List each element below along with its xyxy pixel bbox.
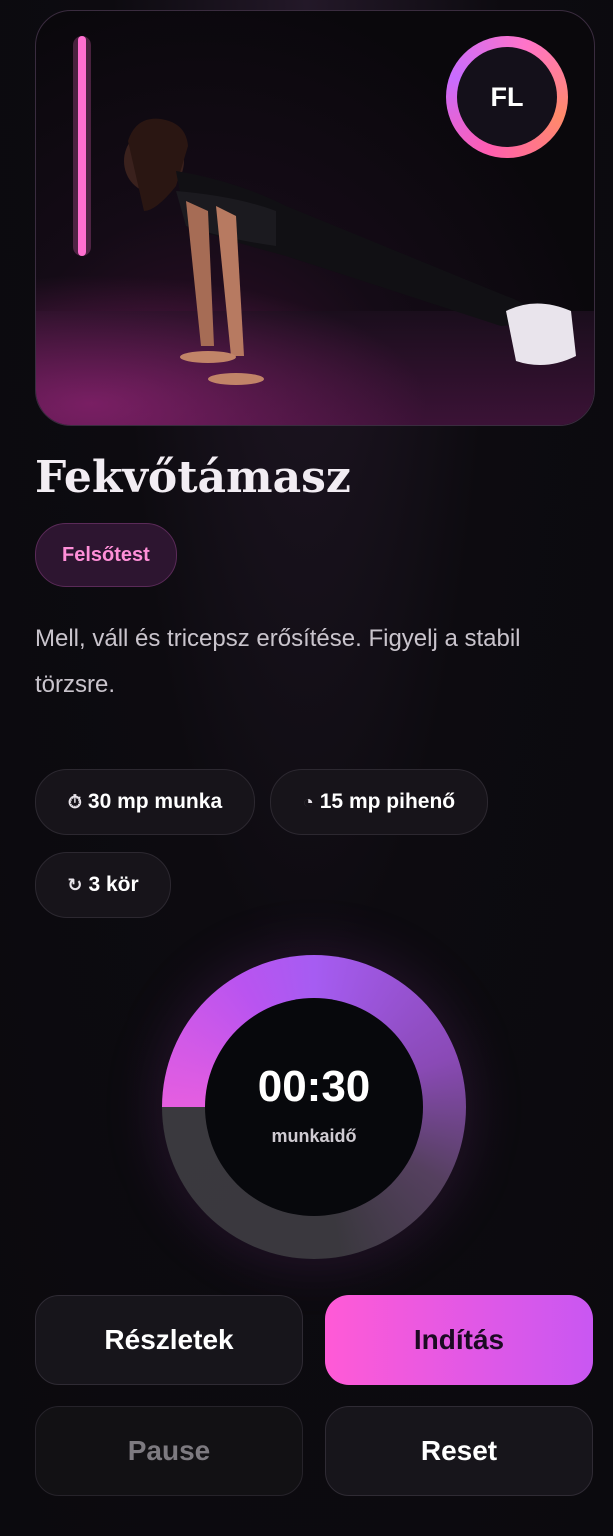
timer-label: munkaidő <box>271 1126 357 1146</box>
exercise-title: Fekvőtámasz <box>35 452 351 503</box>
clock-icon: ◔ <box>302 791 314 812</box>
timer-center: 00:30 munkaidő <box>205 998 423 1216</box>
repeat-icon: ↻ <box>67 874 83 895</box>
exercise-description: Mell, váll és tricepsz erősítése. Figyel… <box>35 625 521 698</box>
profile-avatar[interactable]: FL <box>446 36 568 158</box>
rest-duration-label: 15 mp pihenő <box>319 790 456 813</box>
work-duration-chip: ⏱ 30 mp munka <box>35 769 255 835</box>
timer-time: 00:30 <box>257 1062 371 1111</box>
start-button[interactable]: Indítás <box>325 1295 593 1385</box>
work-duration-label: 30 mp munka <box>87 790 223 813</box>
reset-button[interactable]: Reset <box>325 1406 593 1496</box>
rest-duration-chip: ◔ 15 mp pihenő <box>270 769 488 835</box>
rounds-label: 3 kör <box>88 873 139 896</box>
avatar-initials: FL <box>457 47 557 147</box>
category-badge: Felsőtest <box>35 523 177 587</box>
stopwatch-icon: ⏱ <box>67 791 82 812</box>
pause-button[interactable]: Pause <box>35 1406 303 1496</box>
timer-progress-ring: 00:30 munkaidő <box>162 955 466 1259</box>
rounds-chip: ↻ 3 kör <box>35 852 171 918</box>
details-button[interactable]: Részletek <box>35 1295 303 1385</box>
